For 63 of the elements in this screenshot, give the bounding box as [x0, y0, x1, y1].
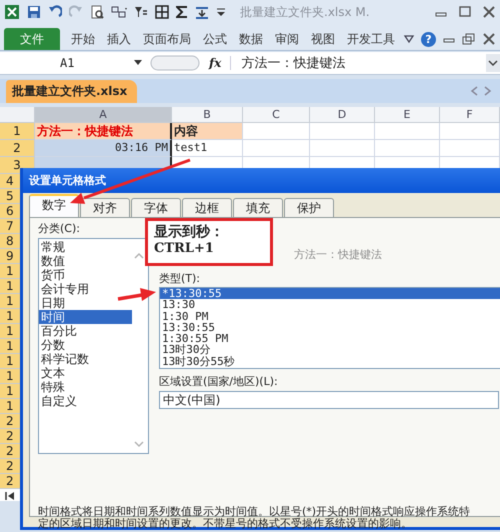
ribbon-tab[interactable]: 数据 — [234, 28, 268, 50]
dialog-tab[interactable]: 填充 — [233, 198, 283, 217]
type-item[interactable]: 13时30分55秒 — [160, 356, 500, 368]
ribbon-tab[interactable]: 审阅 — [270, 28, 304, 50]
column-header[interactable]: E — [375, 107, 440, 123]
table-cell: 内容 — [172, 123, 243, 140]
locale-value: 中文(中国) — [163, 392, 220, 408]
type-item[interactable]: 1:30 PM — [160, 310, 500, 322]
type-item[interactable]: 13时30分 — [160, 344, 500, 356]
column-header[interactable]: A — [35, 107, 172, 123]
category-item[interactable]: 分数 — [39, 338, 132, 352]
column-header[interactable]: F — [440, 107, 500, 123]
formula-field[interactable]: 方法一：快捷键法 — [241, 56, 346, 71]
ribbon-tab[interactable]: 开始 — [66, 28, 100, 50]
ribbon-tab[interactable]: 开发工具 — [342, 28, 400, 50]
category-item[interactable]: 文本 — [39, 366, 132, 380]
category-item[interactable]: 时间 — [39, 310, 132, 324]
category-item[interactable]: 常规 — [39, 240, 132, 254]
dialog-tab[interactable]: 数字 — [29, 194, 79, 217]
type-list[interactable]: *13:30:55 13:30 1:30 PM 13:30:55 1:30:55 PM 13时30分 13时30分55秒 — [159, 287, 500, 369]
field-label: 分类(C): — [38, 222, 81, 236]
category-list[interactable]: 常规 数值 货币 会计专用 日期 时间 百分比 分数 科学记数 文本 特殊 自定义 — [38, 238, 149, 454]
category-item[interactable]: 科学记数 — [39, 352, 132, 366]
field-label: 类型(T): — [159, 272, 202, 286]
dialog-tab[interactable]: 字体 — [131, 198, 181, 217]
type-item[interactable]: 13:30:55 — [160, 322, 500, 334]
category-item[interactable]: 会计专用 — [39, 282, 132, 296]
category-item[interactable]: 自定义 — [39, 394, 132, 408]
column-header[interactable]: C — [243, 107, 310, 123]
ribbon-tab[interactable]: 页面布局 — [138, 28, 196, 50]
dialog-tab[interactable]: 对齐 — [80, 198, 130, 217]
table-cell: 方法一：快捷键法 — [35, 123, 172, 140]
name-box[interactable]: A1 — [60, 56, 74, 70]
field-label: 区域设置(国家/地区)(L): — [159, 375, 279, 389]
window-title: 批量建立文件夹.xlsx M. — [240, 4, 370, 20]
table-cell: 03:16 PM — [35, 140, 172, 157]
callout-title: 显示到秒： — [154, 224, 225, 241]
workbook-tab[interactable]: 批量建立文件夹.xlsx — [6, 80, 138, 103]
file-tab[interactable]: 文件 — [4, 28, 60, 50]
table-cell: test1 — [172, 140, 243, 157]
shortcut-text: CTRL+1 — [154, 241, 215, 256]
ribbon-tab[interactable]: 插入 — [102, 28, 136, 50]
column-header[interactable]: B — [172, 107, 243, 123]
category-item[interactable]: 货币 — [39, 268, 132, 282]
category-item[interactable]: 百分比 — [39, 324, 132, 338]
category-item[interactable]: 特殊 — [39, 380, 132, 394]
type-item[interactable]: 1:30:55 PM — [160, 333, 500, 344]
sample-text: 方法一：快捷键法 — [294, 247, 382, 262]
row-header[interactable]: 2 — [0, 140, 35, 157]
type-item[interactable]: *13:30:55 — [160, 288, 500, 300]
locale-dropdown[interactable]: 中文(中国) — [159, 391, 499, 409]
dialog-tab[interactable]: 边框 — [182, 198, 232, 217]
ribbon-tab[interactable]: 公式 — [198, 28, 232, 50]
column-header[interactable]: D — [310, 107, 375, 123]
dialog-tab[interactable]: 保护 — [284, 198, 334, 217]
ribbon-tab[interactable]: 视图 — [306, 28, 340, 50]
type-item[interactable]: 13:30 — [160, 299, 500, 311]
category-item[interactable]: 日期 — [39, 296, 132, 310]
row-header[interactable]: 1 — [0, 123, 35, 140]
help-button[interactable]: ? — [421, 32, 436, 46]
description-text: 时间格式将日期和时间系列数值显示为时间值。以星号(*)开头的时间格式响应操作系统特定的区域日期和时间设置的更改。不带星号的格式不受操作系统设置的影响。 — [38, 506, 472, 530]
category-item[interactable]: 数值 — [39, 254, 132, 268]
insert-function-button[interactable]: fx — [200, 56, 232, 70]
